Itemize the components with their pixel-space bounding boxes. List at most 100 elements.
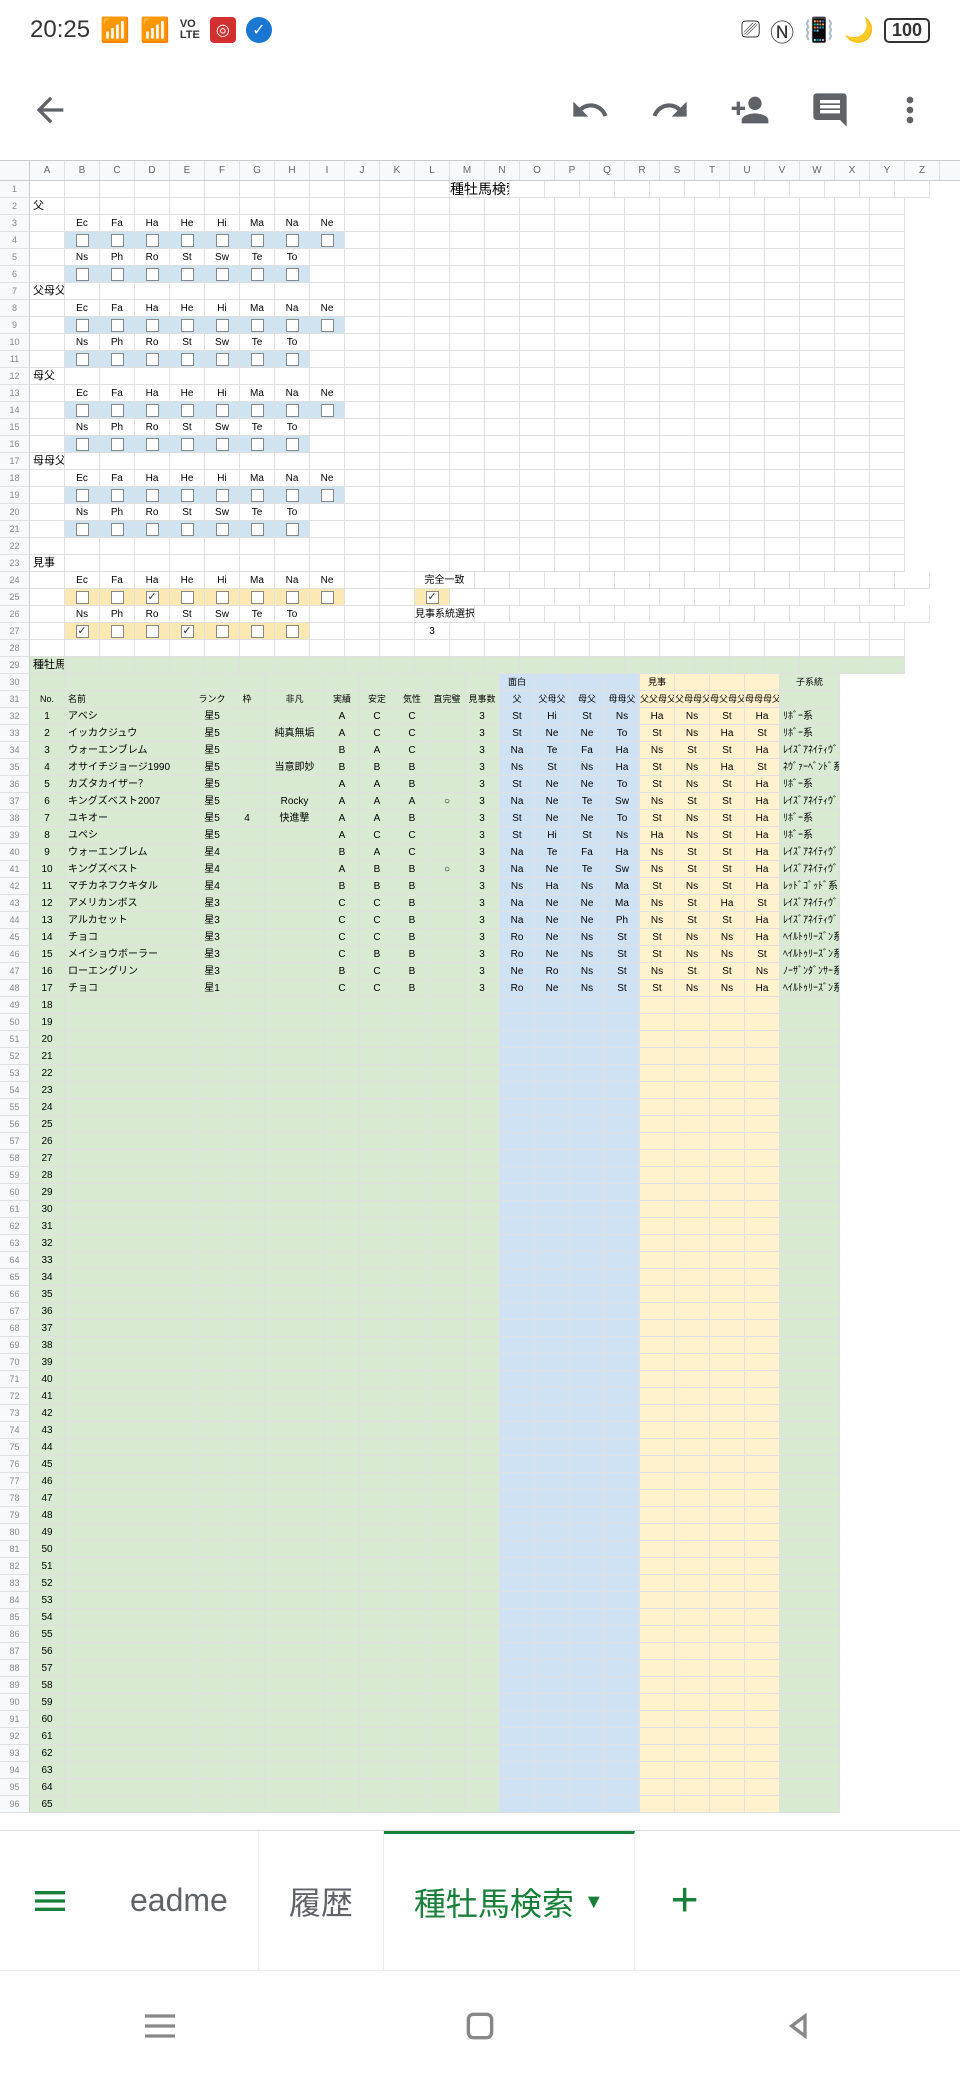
- row-number[interactable]: 34: [0, 742, 30, 759]
- nav-menu-button[interactable]: [140, 2006, 180, 2046]
- col-header[interactable]: J: [345, 161, 380, 180]
- filter-checkbox[interactable]: [205, 589, 240, 606]
- row-number[interactable]: 7: [0, 283, 30, 300]
- filter-checkbox[interactable]: [100, 436, 135, 453]
- row-number[interactable]: 14: [0, 402, 30, 419]
- row-number[interactable]: 42: [0, 878, 30, 895]
- col-header[interactable]: F: [205, 161, 240, 180]
- filter-checkbox[interactable]: [100, 351, 135, 368]
- filter-checkbox[interactable]: [100, 521, 135, 538]
- filter-checkbox[interactable]: [135, 402, 170, 419]
- tab-readme[interactable]: eadme: [100, 1831, 259, 1970]
- row-number[interactable]: 85: [0, 1609, 30, 1626]
- col-header[interactable]: D: [135, 161, 170, 180]
- row-number[interactable]: 40: [0, 844, 30, 861]
- col-header[interactable]: X: [835, 161, 870, 180]
- filter-checkbox[interactable]: [100, 317, 135, 334]
- col-header[interactable]: E: [170, 161, 205, 180]
- filter-checkbox[interactable]: [135, 232, 170, 249]
- row-number[interactable]: 38: [0, 810, 30, 827]
- row-number[interactable]: 6: [0, 266, 30, 283]
- row-number[interactable]: 44: [0, 912, 30, 929]
- row-number[interactable]: 37: [0, 793, 30, 810]
- add-person-button[interactable]: [720, 80, 780, 140]
- filter-checkbox[interactable]: [240, 589, 275, 606]
- filter-checkbox[interactable]: [240, 623, 275, 640]
- filter-checkbox[interactable]: [170, 317, 205, 334]
- row-number[interactable]: 90: [0, 1694, 30, 1711]
- filter-checkbox[interactable]: [135, 351, 170, 368]
- row-number[interactable]: 47: [0, 963, 30, 980]
- filter-checkbox[interactable]: [205, 351, 240, 368]
- nav-back-button[interactable]: [780, 2006, 820, 2046]
- filter-checkbox[interactable]: [65, 232, 100, 249]
- row-number[interactable]: 28: [0, 640, 30, 657]
- row-number[interactable]: 55: [0, 1099, 30, 1116]
- tab-history[interactable]: 履歴: [259, 1831, 384, 1970]
- row-number[interactable]: 96: [0, 1796, 30, 1813]
- comment-button[interactable]: [800, 80, 860, 140]
- filter-checkbox[interactable]: [275, 521, 310, 538]
- filter-checkbox[interactable]: [135, 436, 170, 453]
- col-header[interactable]: P: [555, 161, 590, 180]
- filter-checkbox[interactable]: [170, 232, 205, 249]
- row-number[interactable]: 53: [0, 1065, 30, 1082]
- row-number[interactable]: 58: [0, 1150, 30, 1167]
- row-number[interactable]: 21: [0, 521, 30, 538]
- filter-checkbox[interactable]: [310, 487, 345, 504]
- row-number[interactable]: 46: [0, 946, 30, 963]
- row-number[interactable]: 51: [0, 1031, 30, 1048]
- filter-checkbox[interactable]: [275, 589, 310, 606]
- row-number[interactable]: 66: [0, 1286, 30, 1303]
- row-number[interactable]: 43: [0, 895, 30, 912]
- filter-checkbox[interactable]: [275, 232, 310, 249]
- row-number[interactable]: 1: [0, 181, 30, 198]
- row-number[interactable]: 11: [0, 351, 30, 368]
- col-header[interactable]: A: [30, 161, 65, 180]
- filter-checkbox[interactable]: [135, 317, 170, 334]
- exact-match-checkbox[interactable]: [415, 589, 450, 606]
- filter-checkbox[interactable]: [205, 266, 240, 283]
- filter-checkbox[interactable]: [240, 436, 275, 453]
- more-button[interactable]: [880, 80, 940, 140]
- row-number[interactable]: 36: [0, 776, 30, 793]
- row-number[interactable]: 32: [0, 708, 30, 725]
- filter-checkbox[interactable]: [135, 487, 170, 504]
- filter-checkbox[interactable]: [240, 266, 275, 283]
- row-number[interactable]: 5: [0, 249, 30, 266]
- row-number[interactable]: 19: [0, 487, 30, 504]
- col-header[interactable]: O: [520, 161, 555, 180]
- row-number[interactable]: 94: [0, 1762, 30, 1779]
- filter-checkbox[interactable]: [170, 623, 205, 640]
- filter-checkbox[interactable]: [205, 317, 240, 334]
- filter-checkbox[interactable]: [170, 436, 205, 453]
- row-number[interactable]: 67: [0, 1303, 30, 1320]
- filter-checkbox[interactable]: [100, 487, 135, 504]
- col-header[interactable]: G: [240, 161, 275, 180]
- row-number[interactable]: 71: [0, 1371, 30, 1388]
- col-header[interactable]: I: [310, 161, 345, 180]
- row-number[interactable]: 33: [0, 725, 30, 742]
- add-sheet-button[interactable]: +: [635, 1831, 735, 1970]
- filter-checkbox[interactable]: [240, 487, 275, 504]
- row-number[interactable]: 24: [0, 572, 30, 589]
- filter-checkbox[interactable]: [100, 232, 135, 249]
- row-number[interactable]: 57: [0, 1133, 30, 1150]
- filter-checkbox[interactable]: [275, 317, 310, 334]
- row-number[interactable]: 52: [0, 1048, 30, 1065]
- row-number[interactable]: 17: [0, 453, 30, 470]
- row-number[interactable]: 74: [0, 1422, 30, 1439]
- filter-checkbox[interactable]: [100, 589, 135, 606]
- redo-button[interactable]: [640, 80, 700, 140]
- filter-checkbox[interactable]: [310, 317, 345, 334]
- row-number[interactable]: 77: [0, 1473, 30, 1490]
- row-number[interactable]: 8: [0, 300, 30, 317]
- row-number[interactable]: 54: [0, 1082, 30, 1099]
- filter-checkbox[interactable]: [240, 521, 275, 538]
- row-number[interactable]: 41: [0, 861, 30, 878]
- row-number[interactable]: 88: [0, 1660, 30, 1677]
- filter-checkbox[interactable]: [205, 521, 240, 538]
- row-number[interactable]: 64: [0, 1252, 30, 1269]
- row-number[interactable]: 80: [0, 1524, 30, 1541]
- filter-checkbox[interactable]: [170, 402, 205, 419]
